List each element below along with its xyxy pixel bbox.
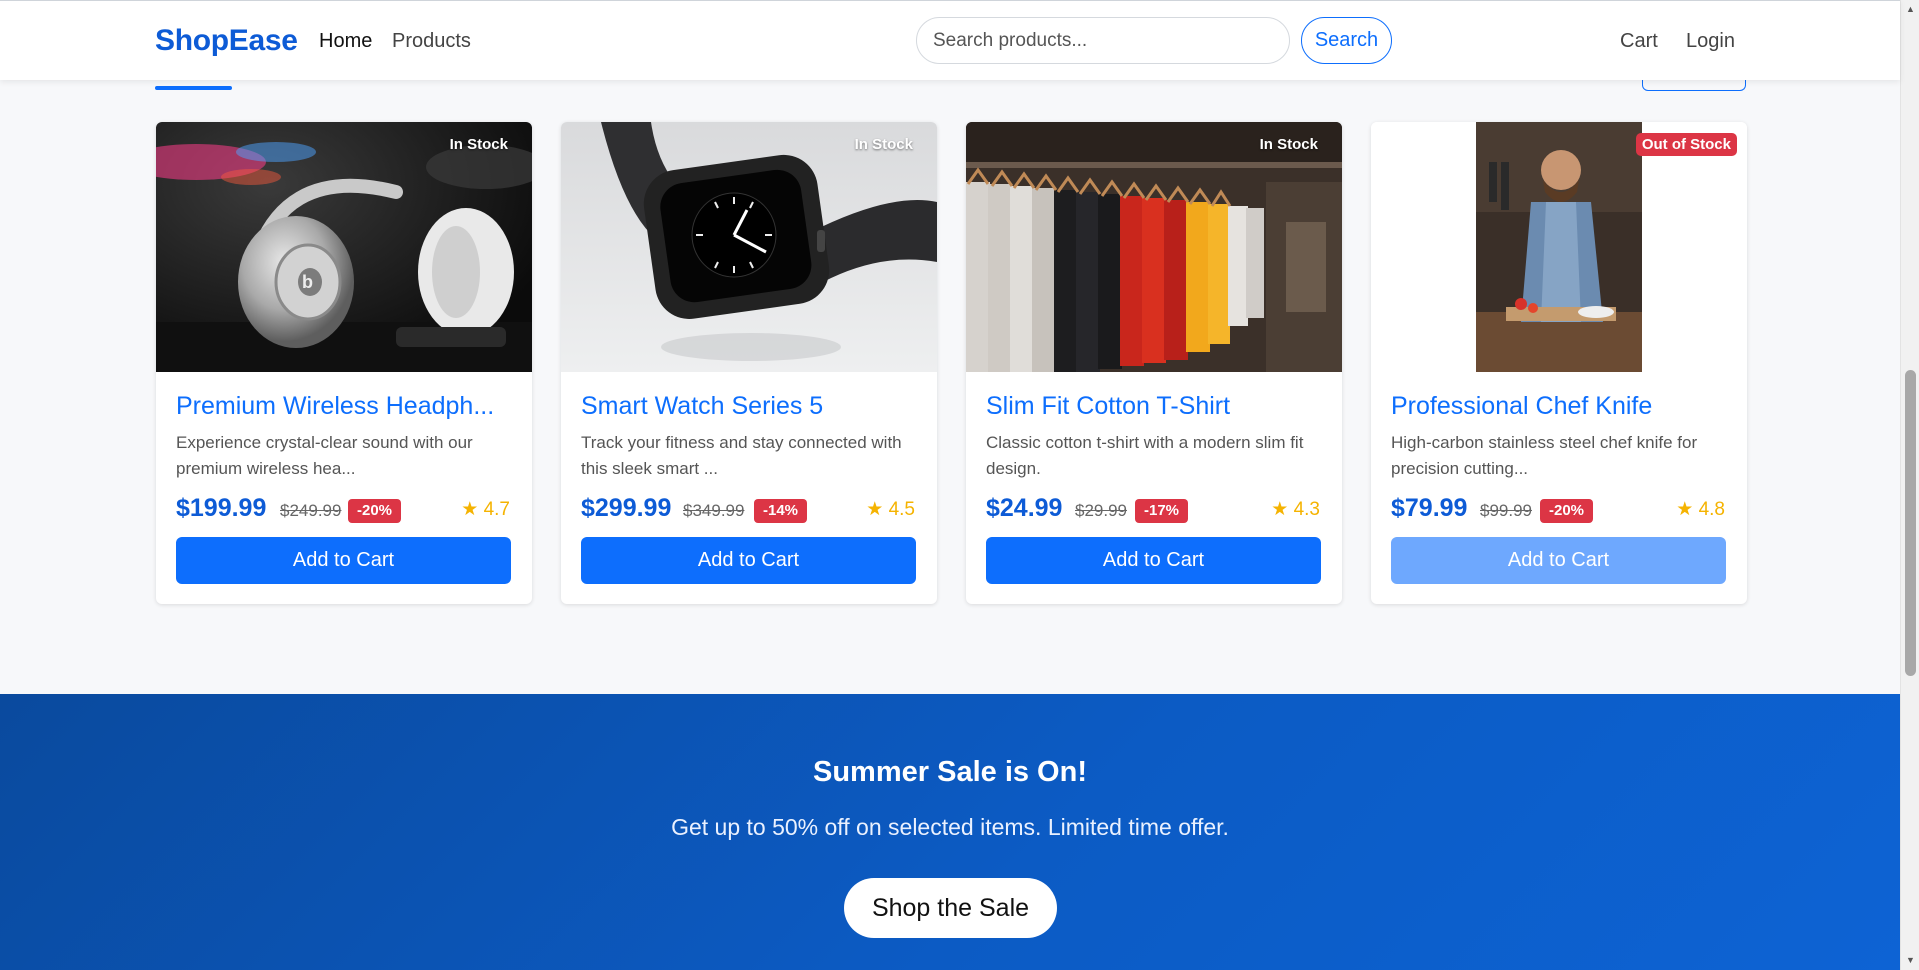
nav-link-login[interactable]: Login — [1686, 30, 1735, 53]
promo-title: Summer Sale is On! — [813, 756, 1087, 788]
add-to-cart-button[interactable]: Add to Cart — [581, 537, 916, 584]
product-price: $299.99 — [581, 494, 672, 522]
nav-link-cart[interactable]: Cart — [1620, 30, 1658, 53]
summer-sale-banner: Summer Sale is On! Get up to 50% off on … — [0, 694, 1900, 970]
product-title[interactable]: Slim Fit Cotton T-Shirt — [986, 392, 1326, 421]
vertical-scrollbar[interactable]: ▲ ▼ — [1900, 0, 1919, 970]
shop-the-sale-button[interactable]: Shop the Sale — [844, 878, 1057, 938]
scroll-down-arrow-icon[interactable]: ▼ — [1906, 955, 1915, 965]
product-old-price: $349.99 — [683, 501, 745, 520]
add-to-cart-button[interactable]: Add to Cart — [986, 537, 1321, 584]
search-input[interactable] — [916, 17, 1290, 64]
product-rating: ★ 4.3 — [1271, 499, 1320, 520]
scrollbar-thumb[interactable] — [1905, 370, 1916, 676]
product-price: $199.99 — [176, 494, 267, 522]
discount-badge: -17% — [1135, 499, 1189, 523]
product-image-headphones[interactable]: b In Stock — [156, 122, 532, 372]
product-old-price: $99.99 — [1480, 501, 1532, 520]
product-image-t-shirt[interactable]: In Stock — [966, 122, 1342, 372]
discount-badge: -20% — [348, 499, 402, 523]
top-navbar: ShopEase Home Products Search Cart Login — [0, 0, 1900, 80]
stock-badge-in-stock: In Stock — [449, 136, 508, 153]
product-price: $24.99 — [986, 494, 1063, 522]
product-description: High-carbon stainless steel chef knife f… — [1391, 433, 1698, 478]
product-image-chef-knife[interactable]: Out of Stock — [1371, 122, 1747, 372]
brand-logo[interactable]: ShopEase — [155, 24, 298, 58]
product-title[interactable]: Professional Chef Knife — [1391, 392, 1731, 421]
discount-badge: -20% — [1540, 499, 1594, 523]
product-title[interactable]: Premium Wireless Headph... — [176, 392, 516, 421]
product-card-headphones: b In Stock Premium Wireless Headph... Ex… — [156, 122, 532, 604]
product-rating: ★ 4.8 — [1676, 499, 1725, 520]
product-rating: ★ 4.5 — [866, 499, 915, 520]
product-image-smart-watch[interactable]: In Stock — [561, 122, 937, 372]
stock-badge-out-of-stock: Out of Stock — [1635, 133, 1737, 156]
nav-link-products[interactable]: Products — [392, 30, 471, 53]
product-description: Track your fitness and stay connected wi… — [581, 433, 902, 478]
product-price: $79.99 — [1391, 494, 1468, 522]
product-rating: ★ 4.7 — [461, 499, 510, 520]
add-to-cart-button-disabled[interactable]: Add to Cart — [1391, 537, 1726, 584]
product-title[interactable]: Smart Watch Series 5 — [581, 392, 921, 421]
nav-link-home[interactable]: Home — [319, 30, 372, 53]
discount-badge: -14% — [754, 499, 808, 523]
section-title-underline — [155, 86, 232, 90]
stock-badge-in-stock: In Stock — [854, 136, 913, 153]
product-card-chef-knife: Out of Stock Professional Chef Knife Hig… — [1371, 122, 1747, 604]
product-card-smart-watch: In Stock Smart Watch Series 5 Track your… — [561, 122, 937, 604]
product-description: Classic cotton t-shirt with a modern sli… — [986, 433, 1304, 478]
add-to-cart-button[interactable]: Add to Cart — [176, 537, 511, 584]
svg-text:b: b — [302, 272, 313, 292]
promo-subtitle: Get up to 50% off on selected items. Lim… — [671, 814, 1229, 840]
product-old-price: $249.99 — [280, 501, 342, 520]
scroll-up-arrow-icon[interactable]: ▲ — [1906, 4, 1915, 14]
product-old-price: $29.99 — [1075, 501, 1127, 520]
product-card-t-shirt: In Stock Slim Fit Cotton T-Shirt Classic… — [966, 122, 1342, 604]
product-description: Experience crystal-clear sound with our … — [176, 433, 473, 478]
search-button[interactable]: Search — [1301, 17, 1392, 64]
stock-badge-in-stock: In Stock — [1259, 136, 1318, 153]
